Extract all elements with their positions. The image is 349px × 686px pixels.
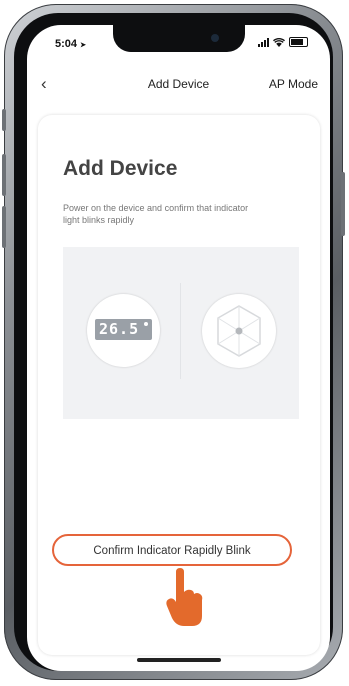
device-illustration: 26.5 — [63, 247, 299, 419]
wifi-icon — [273, 37, 285, 47]
add-device-card: Add Device Power on the device and confi… — [38, 115, 320, 655]
volume-down-button — [2, 206, 6, 248]
mute-switch — [2, 109, 6, 131]
location-arrow-icon: ➤ — [80, 42, 86, 49]
nav-bar: ‹ Add Device AP Mode — [27, 73, 330, 97]
phone-screen: 5:04 ➤ ‹ Add Device AP Mode Add Device P… — [27, 25, 330, 671]
home-indicator — [137, 658, 221, 662]
pointing-hand-icon — [166, 568, 203, 626]
device-back-icon — [217, 305, 261, 357]
illustration-divider — [180, 283, 181, 379]
indicator-dot — [144, 322, 148, 326]
lcd-reading: 26.5 — [99, 320, 140, 338]
confirm-indicator-button[interactable]: Confirm Indicator Rapidly Blink — [52, 534, 292, 566]
status-time: 5:04 ➤ — [55, 38, 86, 50]
notch — [113, 25, 245, 52]
status-icons — [258, 37, 308, 47]
power-button — [341, 172, 345, 236]
battery-icon — [289, 37, 308, 47]
clock-text: 5:04 — [55, 38, 78, 50]
front-camera — [211, 34, 219, 42]
lcd-display: 26.5 — [95, 319, 152, 340]
signal-icon — [258, 37, 269, 47]
page-title: Add Device — [63, 157, 178, 180]
instruction-text: Power on the device and confirm that ind… — [63, 203, 249, 225]
phone-frame: 5:04 ➤ ‹ Add Device AP Mode Add Device P… — [2, 4, 345, 680]
thermostat-display-device: 26.5 — [87, 294, 160, 367]
ap-mode-button[interactable]: AP Mode — [269, 77, 318, 91]
device-back-view — [202, 294, 276, 368]
volume-up-button — [2, 154, 6, 196]
